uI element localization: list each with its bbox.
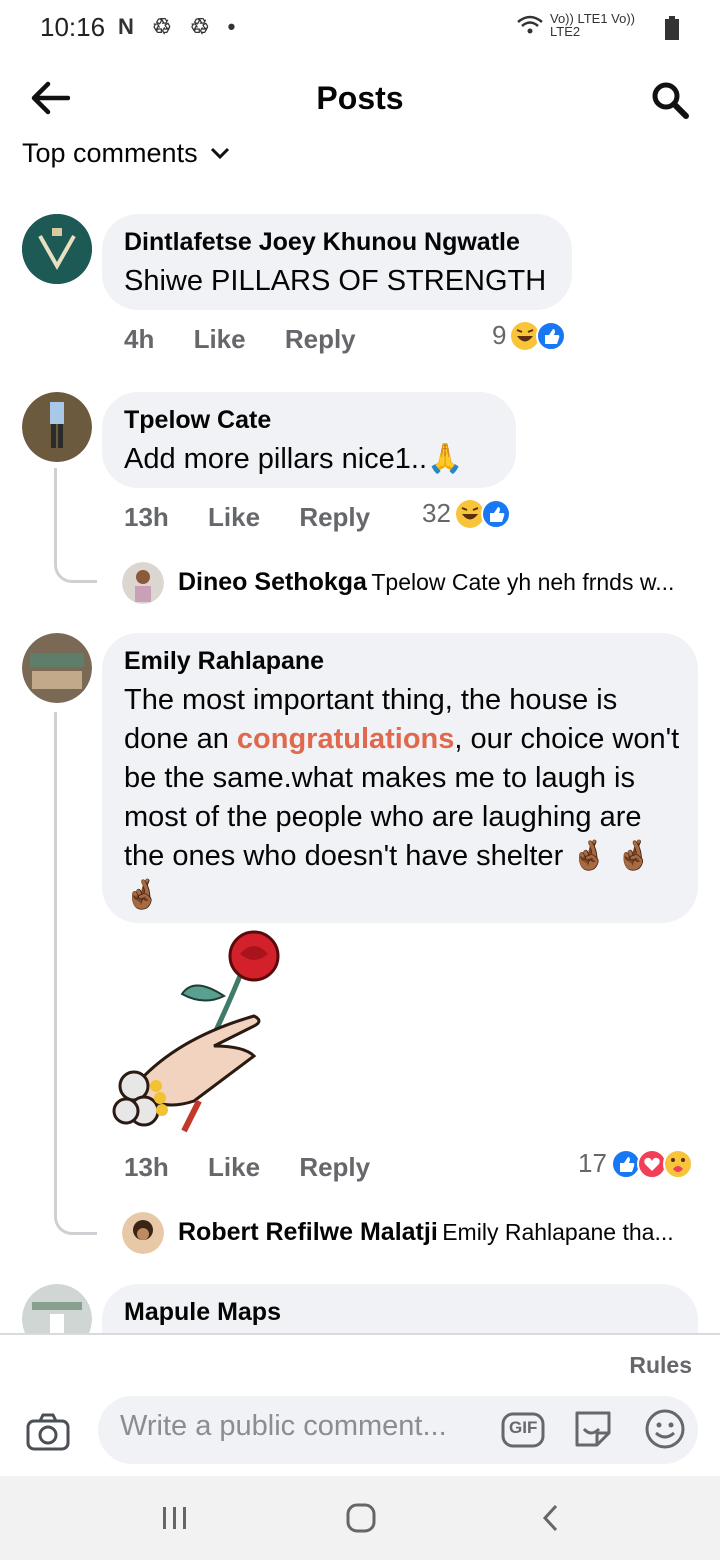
reply-button[interactable]: Reply [285, 324, 356, 354]
like-reaction-icon [480, 498, 511, 529]
search-button[interactable] [648, 78, 692, 122]
reaction-summary[interactable]: 17 [578, 1148, 693, 1179]
battery-icon [665, 16, 679, 40]
reaction-count: 17 [578, 1148, 607, 1178]
sort-dropdown[interactable]: Top comments [22, 138, 230, 169]
avatar[interactable] [22, 214, 92, 284]
avatar-graphic [22, 633, 92, 703]
like-button[interactable]: Like [208, 1152, 260, 1182]
reaction-summary[interactable]: 9 [492, 320, 567, 351]
comment-time: 13h [124, 1152, 169, 1182]
comment-text: Shiwe PILLARS OF STRENGTH [124, 265, 547, 297]
comment-bubble[interactable]: Dintlafetse Joey Khunou Ngwatle Shiwe PI… [102, 214, 572, 310]
signal-area: Vo)) LTE1 Vo)) LTE2 [516, 12, 660, 38]
comment-text: Add more pillars nice1..🙏 [124, 443, 464, 475]
reply-preview[interactable]: Robert Refilwe Malatji Emily Rahlapane t… [178, 1218, 674, 1247]
comment-text: The most important thing, the house is d… [124, 681, 684, 915]
sticker-icon [575, 1411, 611, 1447]
comment-author[interactable]: Tpelow Cate [124, 406, 271, 435]
avatar[interactable] [122, 562, 164, 604]
partial-comment: Mapule Maps [0, 1280, 720, 1333]
system-navigation-bar [0, 1476, 720, 1560]
page-title: Posts [316, 80, 404, 116]
avatar-graphic [122, 562, 164, 604]
sticker-hand-rose[interactable] [104, 926, 304, 1136]
comment-actions: 4h Like Reply [124, 324, 388, 355]
network-labels: Vo)) LTE1 Vo)) LTE2 [550, 11, 636, 39]
thread-connector [54, 468, 97, 583]
camera-icon [26, 1413, 70, 1451]
reply-button[interactable]: Reply [299, 1152, 370, 1182]
avatar-graphic [22, 392, 92, 462]
back-nav-button[interactable] [526, 1498, 576, 1538]
thread-connector [54, 712, 97, 1235]
notification-icons: N ♲ ♲ • [118, 14, 242, 39]
rules-link[interactable]: Rules [629, 1352, 692, 1379]
comment-time: 4h [124, 324, 155, 354]
divider [0, 1333, 720, 1335]
highlighted-word: congratulations [236, 723, 455, 755]
gif-button[interactable]: GIF [500, 1408, 546, 1452]
home-icon [346, 1503, 376, 1533]
chevron-left-icon [542, 1504, 558, 1532]
comment-bubble[interactable]: Mapule Maps [102, 1284, 698, 1333]
avatar[interactable] [122, 1212, 164, 1254]
comment-bubble[interactable]: Emily Rahlapane The most important thing… [102, 633, 698, 923]
like-button[interactable]: Like [208, 502, 260, 532]
status-time: 10:16 [40, 12, 106, 42]
comment-placeholder: Write a public comment... [120, 1410, 447, 1442]
avatar-graphic [122, 1212, 164, 1254]
like-reaction-icon [536, 320, 567, 351]
reply-author[interactable]: Dineo Sethokga [178, 568, 367, 596]
comment-bubble[interactable]: Tpelow Cate Add more pillars nice1..🙏 [102, 392, 516, 488]
comment-time: 13h [124, 502, 169, 532]
reply-text: Emily Rahlapane tha... [442, 1219, 674, 1245]
avatar-graphic [22, 214, 92, 284]
search-icon [652, 82, 689, 119]
recent-apps-button[interactable] [150, 1498, 200, 1538]
reaction-count: 32 [422, 498, 451, 528]
avatar[interactable] [22, 1284, 92, 1333]
reply-button[interactable]: Reply [299, 502, 370, 532]
sticker-button[interactable] [570, 1406, 616, 1452]
like-button[interactable]: Like [194, 324, 246, 354]
smiley-icon [645, 1409, 685, 1449]
comment-actions: 13h Like Reply [124, 502, 402, 533]
comment-author[interactable]: Dintlafetse Joey Khunou Ngwatle [124, 228, 520, 257]
comment-author[interactable]: Mapule Maps [124, 1298, 281, 1327]
reaction-count: 9 [492, 320, 507, 350]
avatar[interactable] [22, 392, 92, 462]
reaction-summary[interactable]: 32 [422, 498, 511, 529]
avatar-graphic [22, 1284, 92, 1333]
emoji-button[interactable] [642, 1406, 688, 1452]
reply-preview[interactable]: Dineo Sethokga Tpelow Cate yh neh frnds … [178, 568, 674, 597]
sort-label: Top comments [22, 138, 198, 168]
recent-apps-icon [163, 1507, 186, 1529]
reply-author[interactable]: Robert Refilwe Malatji [178, 1218, 438, 1246]
hand-rose-sticker-icon [112, 930, 280, 1133]
gif-label: GIF [509, 1418, 538, 1437]
home-button[interactable] [336, 1498, 386, 1538]
camera-button[interactable] [24, 1410, 72, 1454]
wifi-icon [517, 15, 543, 34]
avatar[interactable] [22, 633, 92, 703]
reply-text: Tpelow Cate yh neh frnds w... [371, 569, 675, 595]
status-bar: 10:16 N ♲ ♲ • Vo)) LTE1 Vo)) LTE2 [0, 0, 720, 56]
chevron-down-icon [210, 147, 229, 159]
care-reaction-icon [662, 1148, 693, 1179]
comment-author[interactable]: Emily Rahlapane [124, 647, 324, 676]
comment-actions: 13h Like Reply [124, 1152, 402, 1183]
